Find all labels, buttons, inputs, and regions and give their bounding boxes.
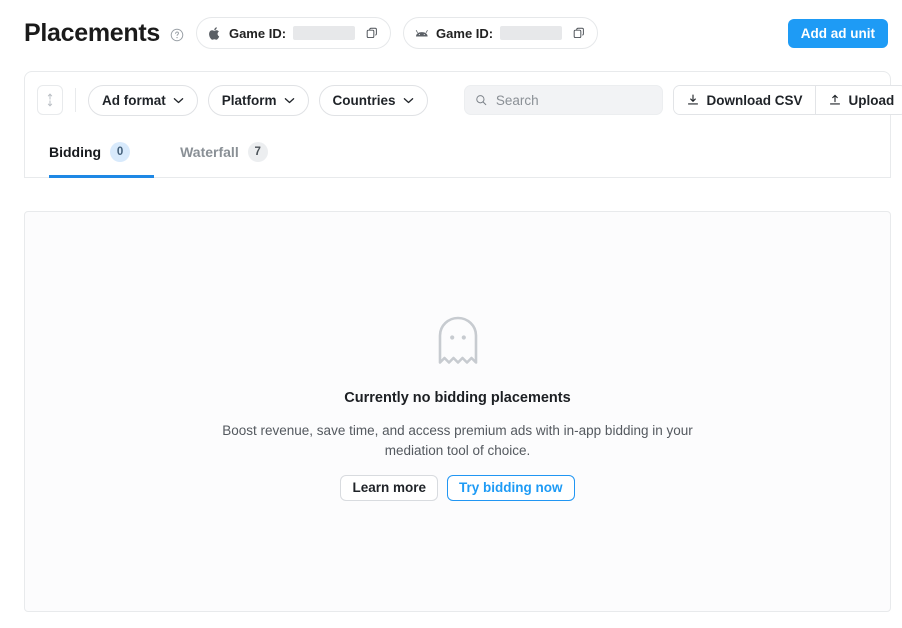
search-icon: [475, 95, 486, 106]
try-bidding-now-button[interactable]: Try bidding now: [447, 475, 575, 501]
search-input[interactable]: [495, 92, 652, 108]
chevron-down-icon: [284, 97, 294, 103]
learn-more-button[interactable]: Learn more: [340, 475, 439, 501]
download-icon: [687, 94, 698, 105]
copy-icon[interactable]: [365, 26, 379, 40]
upload-icon: [829, 94, 840, 105]
tab-bidding-count: 0: [110, 142, 131, 162]
chevron-down-icon: [403, 97, 413, 103]
sort-vertical-button[interactable]: [37, 85, 63, 115]
ghost-icon: [438, 316, 477, 364]
game-id-value-ios: [293, 26, 356, 40]
android-icon: [415, 25, 429, 41]
toolbar-divider: [75, 88, 76, 112]
game-id-chip-android[interactable]: Game ID:: [403, 17, 599, 49]
chevron-down-icon: [173, 97, 184, 103]
filter-countries[interactable]: Countries: [318, 84, 428, 116]
export-button-group: Download CSV Upload: [672, 85, 902, 115]
filter-ad-format-label: Ad format: [102, 92, 166, 108]
sort-vertical-icon: [47, 93, 53, 107]
tab-waterfall-label: Waterfall: [180, 144, 239, 160]
toolbar: Ad format Platform Countries Search Down…: [25, 72, 902, 128]
copy-icon[interactable]: [572, 26, 586, 40]
page-header: Placements Game ID: Game ID: Add ad unit: [0, 0, 902, 66]
filter-platform-label: Platform: [221, 92, 277, 108]
apple-icon: [208, 25, 222, 41]
ghost-icon-wrap: [25, 314, 890, 368]
game-id-label-ios: Game ID:: [228, 25, 287, 41]
empty-state-description: Boost revenue, save time, and access pre…: [222, 423, 693, 458]
filter-countries-label: Countries: [332, 92, 396, 108]
toolbar-card: Ad format Platform Countries Search Down…: [24, 71, 902, 178]
tab-bidding[interactable]: Bidding 0: [49, 129, 155, 178]
page-title: Placements: [24, 18, 160, 47]
empty-state-actions: Learn more Try bidding now: [25, 475, 890, 501]
placements-content-card: Currently no bidding placements Boost re…: [24, 211, 891, 612]
placements-page: Placements Game ID: Game ID: Add ad unit…: [0, 0, 902, 628]
filter-platform[interactable]: Platform: [207, 84, 309, 116]
help-circle-icon[interactable]: [170, 28, 184, 42]
upload-button[interactable]: Upload: [814, 86, 902, 114]
game-id-label-android: Game ID:: [436, 25, 494, 41]
tab-waterfall[interactable]: Waterfall 7: [180, 129, 292, 178]
search-box[interactable]: [463, 85, 663, 115]
add-ad-unit-button[interactable]: Add ad unit: [787, 19, 888, 48]
tab-waterfall-count: 7: [247, 142, 268, 162]
upload-label: Upload: [848, 92, 895, 108]
tab-bidding-label: Bidding: [49, 144, 102, 160]
game-id-chip-ios[interactable]: Game ID:: [195, 17, 392, 49]
tab-bar: Bidding 0 Waterfall 7: [25, 128, 890, 178]
download-csv-button[interactable]: Download CSV: [673, 86, 815, 114]
empty-state: Currently no bidding placements Boost re…: [25, 314, 890, 501]
filter-ad-format[interactable]: Ad format: [88, 84, 198, 116]
empty-state-title: Currently no bidding placements: [344, 390, 571, 406]
game-id-value-android: [500, 26, 563, 40]
download-csv-label: Download CSV: [706, 92, 803, 108]
